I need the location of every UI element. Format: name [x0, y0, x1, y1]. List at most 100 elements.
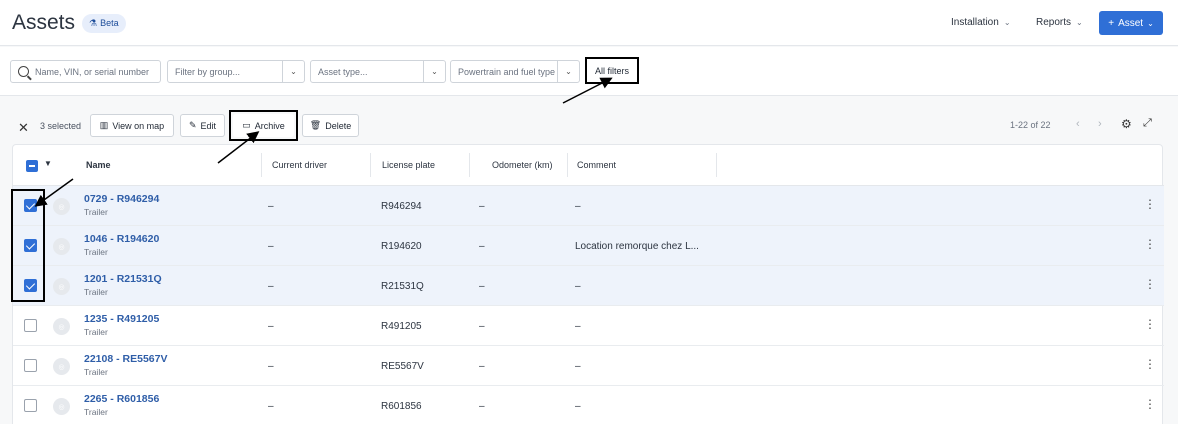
reports-menu[interactable]: Reports ⌄ [1036, 17, 1083, 28]
edit-button[interactable]: ✎ Edit [180, 114, 225, 137]
column-divider [567, 153, 568, 177]
powertrain-placeholder: Powertrain and fuel type [458, 66, 556, 77]
archive-button[interactable]: ▭ Archive [233, 114, 294, 137]
row-checkbox[interactable] [24, 359, 37, 372]
powertrain-filter[interactable]: Powertrain and fuel type ⌄ [450, 60, 580, 83]
delete-icon: 🗑 [309, 120, 322, 130]
group-filter[interactable]: Filter by group... ⌄ [167, 60, 305, 83]
asset-type: Trailer [84, 367, 108, 377]
asset-name-link[interactable]: 1046 - R194620 [84, 233, 159, 245]
pagination-info: 1-22 of 22 [1010, 120, 1051, 130]
comment: Location remorque chez L... [575, 241, 699, 252]
beta-badge: ⚗ Beta [82, 14, 126, 33]
comment: – [575, 281, 581, 292]
page-header: Assets ⚗ Beta Installation ⌄ Reports ⌄ +… [0, 0, 1178, 46]
beta-label: Beta [100, 18, 119, 28]
asset-avatar-icon: ◎ [53, 398, 70, 415]
selection-highlight [11, 189, 45, 302]
chevron-down-icon: ⌄ [557, 61, 579, 82]
asset-type: Trailer [84, 207, 108, 217]
flask-icon: ⚗ [89, 18, 98, 28]
chevron-right-icon[interactable]: › [1098, 118, 1102, 130]
asset-name-link[interactable]: 22108 - RE5567V [84, 353, 167, 365]
selected-count: 3 selected [40, 121, 82, 131]
current-driver: – [268, 241, 274, 252]
comment: – [575, 321, 581, 332]
col-current-driver[interactable]: Current driver [272, 160, 327, 170]
chevron-down-icon: ⌄ [1003, 18, 1011, 27]
asset-avatar-icon: ◎ [53, 278, 70, 295]
odometer: – [479, 321, 485, 332]
odometer: – [479, 401, 485, 412]
edit-icon: ✎ [188, 120, 197, 130]
col-odometer[interactable]: Odometer (km) [492, 160, 553, 170]
license-plate: RE5567V [381, 361, 424, 372]
more-icon[interactable]: ⋮ [1144, 318, 1156, 330]
odometer: – [479, 361, 485, 372]
more-icon[interactable]: ⋮ [1144, 278, 1156, 290]
comment: – [575, 201, 581, 212]
installation-label: Installation [951, 17, 999, 28]
delete-label: Delete [325, 120, 352, 131]
current-driver: – [268, 321, 274, 332]
table-row[interactable]: ◎ 1235 - R491205 Trailer – R491205 – – ⋮ [13, 306, 1164, 346]
asset-avatar-icon: ◎ [53, 238, 70, 255]
asset-type: Trailer [84, 287, 108, 297]
asset-name-link[interactable]: 1235 - R491205 [84, 313, 159, 325]
license-plate: R194620 [381, 241, 422, 252]
group-placeholder: Filter by group... [175, 66, 241, 77]
asset-name-link[interactable]: 1201 - R21531Q [84, 273, 162, 285]
search-placeholder: Name, VIN, or serial number [35, 66, 150, 77]
col-license-plate[interactable]: License plate [382, 160, 435, 170]
search-icon [18, 66, 29, 77]
assets-table: ▼ Name Current driver License plate Odom… [12, 144, 1164, 424]
more-icon[interactable]: ⋮ [1144, 198, 1156, 210]
table-row[interactable]: ◎ 1046 - R194620 Trailer – R194620 – Loc… [13, 226, 1164, 266]
table-row[interactable]: ◎ 2265 - R601856 Trailer – R601856 – – ⋮ [13, 386, 1164, 424]
asset-type-filter[interactable]: Asset type... ⌄ [310, 60, 446, 83]
row-checkbox[interactable] [24, 319, 37, 332]
license-plate: R491205 [381, 321, 422, 332]
column-divider [469, 153, 470, 177]
asset-name-link[interactable]: 0729 - R946294 [84, 193, 159, 205]
expand-icon[interactable]: ⤢ [1143, 117, 1152, 130]
asset-name-link[interactable]: 2265 - R601856 [84, 393, 159, 405]
column-divider [370, 153, 371, 177]
more-icon[interactable]: ⋮ [1144, 358, 1156, 370]
table-row[interactable]: ◎ 0729 - R946294 Trailer – R946294 – – ⋮ [13, 186, 1164, 226]
view-on-map-label: View on map [112, 120, 165, 131]
table-row[interactable]: ◎ 1201 - R21531Q Trailer – R21531Q – – ⋮ [13, 266, 1164, 306]
select-all-checkbox[interactable] [26, 160, 38, 172]
archive-icon: ▭ [242, 120, 251, 130]
close-icon[interactable]: ✕ [18, 120, 29, 136]
comment: – [575, 361, 581, 372]
column-divider [716, 153, 717, 177]
row-checkbox[interactable] [24, 399, 37, 412]
chevron-left-icon[interactable]: ‹ [1076, 118, 1080, 130]
more-icon[interactable]: ⋮ [1144, 398, 1156, 410]
col-comment[interactable]: Comment [577, 160, 616, 170]
col-name[interactable]: Name [86, 160, 111, 170]
asset-type: Trailer [84, 247, 108, 257]
asset-avatar-icon: ◎ [53, 318, 70, 335]
asset-avatar-icon: ◎ [53, 198, 70, 215]
settings-icon[interactable]: ⚙ [1121, 117, 1132, 131]
asset-type: Trailer [84, 327, 108, 337]
delete-button[interactable]: 🗑 Delete [302, 114, 359, 137]
all-filters-button[interactable]: All filters [585, 57, 639, 84]
more-icon[interactable]: ⋮ [1144, 238, 1156, 250]
add-asset-label: Asset [1118, 17, 1144, 29]
filter-bar: Name, VIN, or serial number Filter by gr… [0, 47, 1178, 96]
column-divider [261, 153, 262, 177]
view-on-map-button[interactable]: ▥ View on map [90, 114, 174, 137]
caret-down-icon[interactable]: ▼ [44, 159, 52, 168]
asset-avatar-icon: ◎ [53, 358, 70, 375]
search-input[interactable]: Name, VIN, or serial number [10, 60, 161, 83]
table-row[interactable]: ◎ 22108 - RE5567V Trailer – RE5567V – – … [13, 346, 1164, 386]
archive-label: Archive [254, 120, 285, 131]
installation-menu[interactable]: Installation ⌄ [951, 17, 1011, 28]
current-driver: – [268, 281, 274, 292]
chevron-down-icon: ⌄ [1076, 18, 1083, 27]
add-asset-button[interactable]: + Asset ⌄ [1099, 11, 1163, 35]
edit-label: Edit [200, 120, 217, 131]
